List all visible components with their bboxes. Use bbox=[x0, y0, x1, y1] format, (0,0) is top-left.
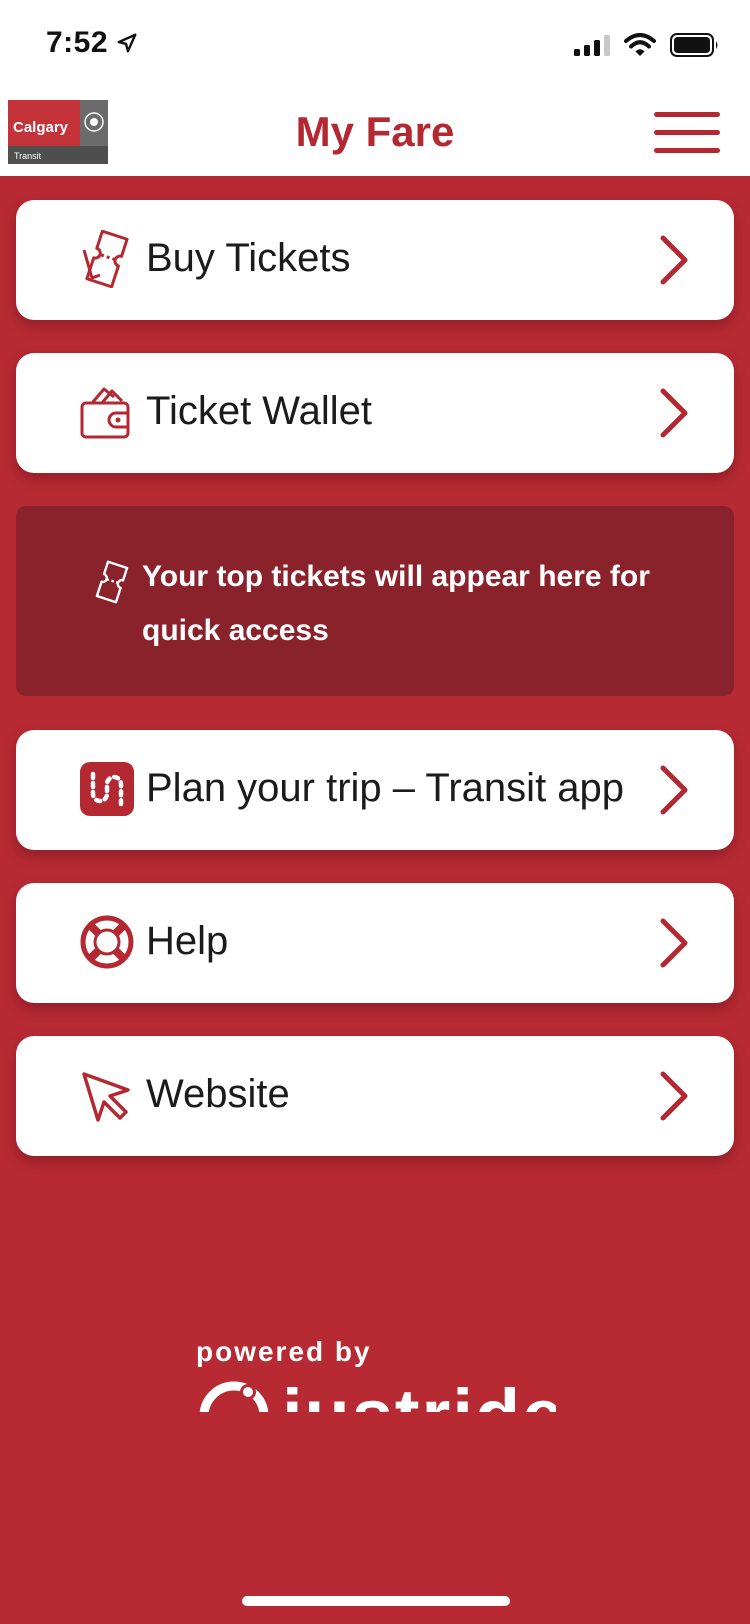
justride-logo: justride bbox=[196, 1374, 556, 1412]
website-label: Website bbox=[146, 1072, 290, 1116]
help-button[interactable]: Help bbox=[16, 883, 734, 1003]
menu-line-icon bbox=[654, 130, 720, 135]
chevron-right-icon bbox=[660, 1071, 688, 1121]
chevron-right-icon bbox=[660, 235, 688, 285]
website-button[interactable]: Website bbox=[16, 1036, 734, 1156]
chevron-right-icon bbox=[660, 918, 688, 968]
app-header: Calgary Transit My Fare bbox=[0, 90, 750, 176]
transit-app-icon bbox=[80, 762, 134, 816]
home-indicator[interactable] bbox=[242, 1596, 510, 1606]
chevron-right-icon bbox=[660, 765, 688, 815]
menu-line-icon bbox=[654, 148, 720, 153]
wifi-icon bbox=[624, 33, 656, 56]
cellular-signal-icon bbox=[574, 35, 610, 56]
wallet-icon bbox=[80, 387, 130, 439]
buy-tickets-label: Buy Tickets bbox=[146, 236, 351, 280]
page-title: My Fare bbox=[295, 108, 455, 155]
status-icons bbox=[574, 32, 720, 58]
menu-line-icon bbox=[654, 112, 720, 117]
battery-icon bbox=[670, 33, 718, 57]
help-label: Help bbox=[146, 919, 229, 963]
powered-by-label: powered by bbox=[196, 1336, 372, 1367]
buy-tickets-button[interactable]: Buy Tickets bbox=[16, 200, 734, 320]
status-time: 7:52 bbox=[46, 26, 109, 59]
lifebuoy-icon bbox=[80, 915, 134, 969]
ticket-wallet-label: Ticket Wallet bbox=[146, 389, 372, 433]
status-bar: 7:52 bbox=[0, 0, 750, 90]
plan-trip-button[interactable]: Plan your trip – Transit app bbox=[16, 730, 734, 850]
top-tickets-banner: Your top tickets will appear here for qu… bbox=[16, 506, 734, 696]
justride-wordmark: justride bbox=[282, 1376, 556, 1413]
location-arrow-icon bbox=[117, 33, 137, 53]
plan-trip-label: Plan your trip – Transit app bbox=[146, 766, 625, 810]
ticket-icon bbox=[82, 230, 129, 288]
ticket-wallet-button[interactable]: Ticket Wallet bbox=[16, 353, 734, 473]
justride-ring-icon bbox=[199, 1381, 269, 1412]
cursor-arrow-icon bbox=[82, 1072, 130, 1122]
chevron-right-icon bbox=[660, 388, 688, 438]
ticket-outline-icon bbox=[95, 560, 129, 604]
hamburger-menu-button[interactable] bbox=[654, 112, 720, 154]
top-tickets-message: Your top tickets will appear here for qu… bbox=[142, 560, 650, 647]
